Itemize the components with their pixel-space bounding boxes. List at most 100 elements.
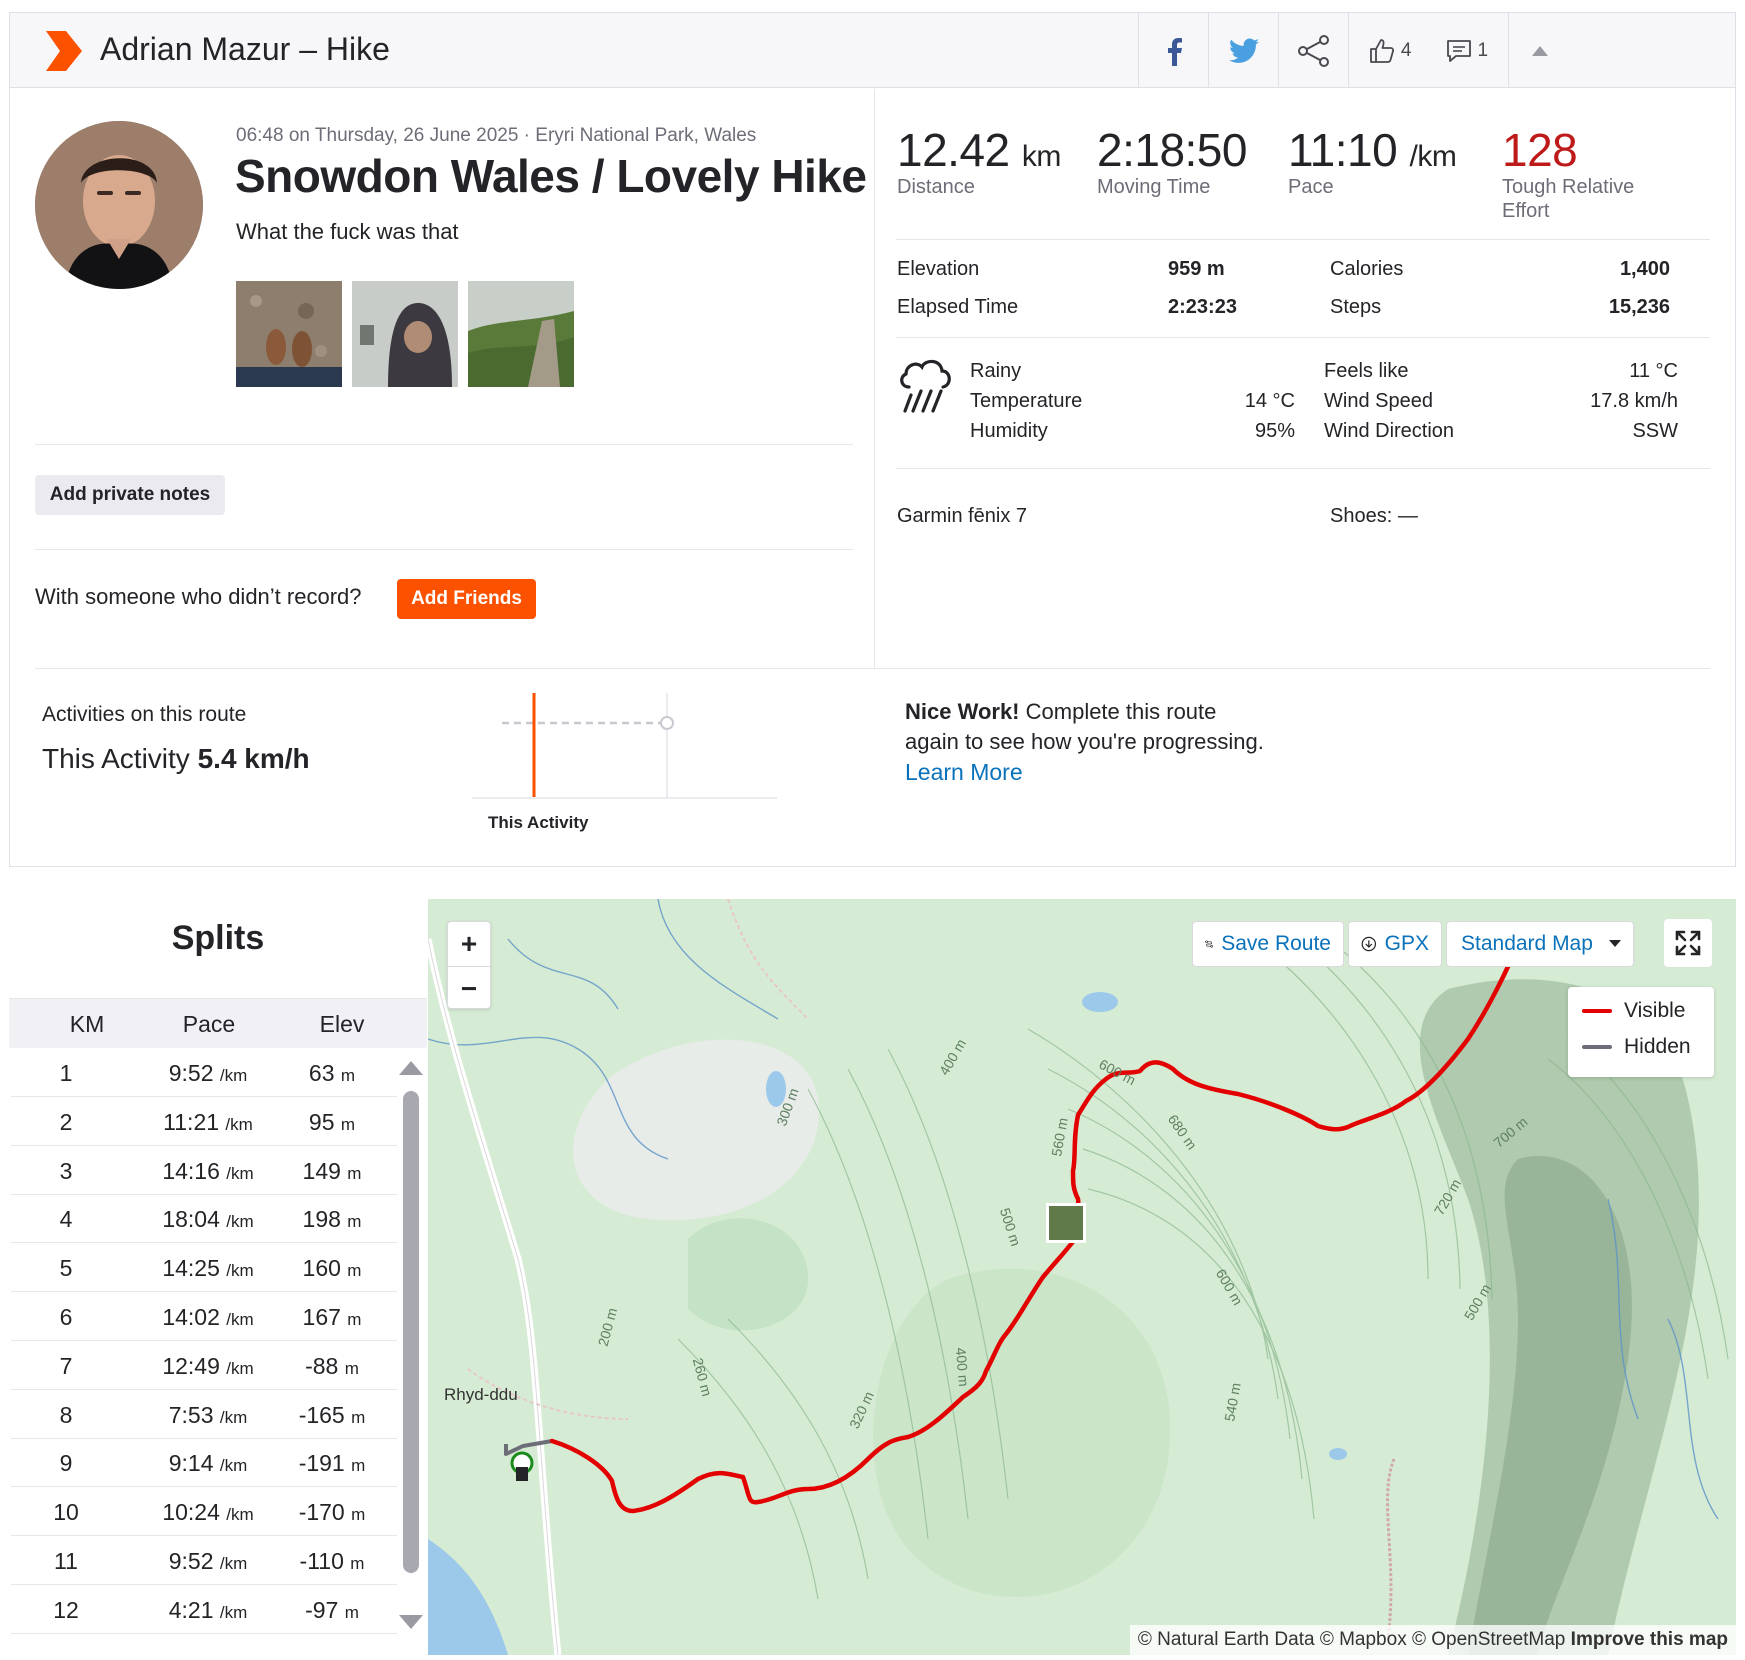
- moving-time-value: 2:18:50: [1097, 124, 1247, 176]
- steps-value: 15,236: [1608, 296, 1670, 318]
- nice-work-heading: Nice Work!: [905, 699, 1020, 724]
- splits-panel: Splits KM Pace Elev 1 9:52 /km 63 m 2 11:21 …: [9, 899, 427, 1655]
- split-elev: 149 m: [277, 1158, 387, 1185]
- legend-hidden[interactable]: Hidden: [1582, 1035, 1691, 1059]
- splits-row: 3 14:16 /km 149 m: [11, 1147, 397, 1195]
- fullscreen-button[interactable]: [1664, 919, 1712, 967]
- split-pace-unit: /km: [226, 1261, 254, 1281]
- split-pace-value: 9:52: [168, 1060, 214, 1086]
- split-km: 7: [59, 1352, 73, 1379]
- save-route-button[interactable]: Save Route: [1192, 921, 1344, 967]
- split-elev-unit: m: [344, 1602, 359, 1622]
- split-pace-unit: /km: [219, 1554, 248, 1573]
- zoom-out-button[interactable]: −: [448, 966, 490, 1010]
- elapsed-time-label: Elapsed Time: [897, 296, 1019, 318]
- activity-photo-1[interactable]: [236, 281, 342, 387]
- zoom-in-button[interactable]: +: [448, 922, 490, 966]
- split-km: 6: [59, 1304, 73, 1330]
- route-icon: [1205, 940, 1213, 948]
- shoes-info: Shoes: —: [1330, 505, 1418, 527]
- split-pace-unit: /km: [219, 1407, 248, 1427]
- divider: [35, 668, 1710, 669]
- stat-distance: 12.42 km Distance: [897, 123, 1061, 199]
- column-divider: [874, 89, 875, 668]
- split-elev-value: -165: [298, 1401, 345, 1428]
- split-pace-unit: /km: [226, 1358, 254, 1378]
- splits-row: 11 9:52 /km -110 m: [11, 1537, 397, 1585]
- route-this-activity: This Activity 5.4 km/h: [42, 743, 310, 775]
- activity-photo-3[interactable]: [468, 281, 574, 387]
- split-km: 3: [59, 1157, 73, 1184]
- split-elev-value: -191: [298, 1450, 345, 1477]
- scroll-down-icon[interactable]: [399, 1615, 423, 1629]
- add-friends-button[interactable]: Add Friends: [397, 579, 536, 619]
- facebook-share-button[interactable]: [1138, 13, 1208, 88]
- relative-effort-label: Tough Relative Effort: [1502, 176, 1635, 222]
- calories-value: 1,400: [1619, 258, 1670, 280]
- split-elev: -97 m: [277, 1597, 387, 1624]
- feels-like-label: Feels like: [1324, 360, 1409, 382]
- split-pace-unit: /km: [219, 1456, 248, 1476]
- comments-button[interactable]: 1: [1446, 39, 1488, 63]
- humidity-value: 95%: [1254, 420, 1295, 442]
- splits-row: 7 12:49 /km -88 m: [11, 1342, 397, 1390]
- add-private-notes-button[interactable]: Add private notes: [35, 475, 225, 515]
- learn-more-link[interactable]: Learn More: [905, 759, 1023, 785]
- divider: [896, 468, 1710, 469]
- athlete-avatar[interactable]: [35, 121, 203, 289]
- chart-point[interactable]: [660, 716, 674, 730]
- split-elev: -191 m: [277, 1450, 387, 1477]
- split-pace: 12:49 /km: [123, 1353, 293, 1380]
- split-pace: 9:14 /km: [123, 1450, 293, 1477]
- scroll-up-icon[interactable]: [399, 1061, 423, 1075]
- activity-photo-2[interactable]: [352, 281, 458, 387]
- collapse-button[interactable]: [1508, 13, 1570, 88]
- split-elev-unit: m: [340, 1114, 356, 1134]
- route-encouragement: Nice Work! Complete this route again to …: [905, 697, 1265, 788]
- splits-scrollbar[interactable]: [397, 1057, 425, 1637]
- map-style-select[interactable]: Standard Map: [1446, 921, 1634, 967]
- elevation-label: Elevation: [897, 258, 980, 280]
- split-elev: -170 m: [277, 1499, 387, 1526]
- split-elev-value: -88: [305, 1352, 339, 1379]
- route-legend: Visible Hidden: [1568, 987, 1714, 1077]
- split-elev-value: 63: [308, 1060, 335, 1086]
- split-elev-unit: m: [347, 1163, 362, 1183]
- legend-hidden-label: Hidden: [1624, 1035, 1691, 1058]
- activity-card: Adrian Mazur – Hike 4 1 06:48 on Thursda…: [9, 12, 1736, 867]
- wind-speed-value: 17.8 km/h: [1590, 390, 1678, 412]
- splits-title: Splits: [171, 919, 265, 957]
- share-button[interactable]: [1278, 13, 1348, 88]
- contour-label: 400 m: [952, 1346, 973, 1388]
- zoom-control: + −: [447, 921, 491, 1009]
- split-pace-unit: /km: [226, 1212, 254, 1232]
- split-pace-value: 18:04: [162, 1206, 220, 1233]
- split-elev: 63 m: [277, 1060, 387, 1087]
- scrollbar-thumb[interactable]: [403, 1091, 419, 1573]
- avatar-image: [35, 121, 203, 289]
- kudos-button[interactable]: 4: [1369, 38, 1412, 64]
- pace-value: 11:10: [1288, 124, 1398, 176]
- split-pace-value: 14:02: [162, 1304, 220, 1330]
- wind-direction-label: Wind Direction: [1324, 420, 1455, 442]
- improve-map-link[interactable]: Improve this map: [1571, 1629, 1728, 1650]
- twitter-share-button[interactable]: [1208, 13, 1278, 88]
- split-pace-unit: /km: [226, 1310, 254, 1329]
- split-pace-value: 4:21: [168, 1596, 214, 1623]
- header-title: Adrian Mazur – Hike: [100, 31, 390, 67]
- route-map[interactable]: Rhyd-ddu 400 m 300 m 600 m 680 m 560 m 500 m7…: [428, 899, 1736, 1655]
- gpx-label: GPX: [1384, 932, 1429, 955]
- legend-visible[interactable]: Visible: [1582, 999, 1685, 1023]
- split-elev: 198 m: [277, 1206, 387, 1233]
- split-km: 4: [59, 1206, 73, 1233]
- split-pace: 11:21 /km: [123, 1109, 293, 1136]
- gpx-download-button[interactable]: GPX: [1348, 921, 1442, 967]
- split-pace: 9:52 /km: [123, 1548, 293, 1575]
- split-elev-unit: m: [340, 1066, 356, 1085]
- twitter-icon: [1228, 37, 1259, 63]
- distance-value: 12.42: [897, 124, 1010, 176]
- splits-row: 2 11:21 /km 95 m: [11, 1098, 397, 1146]
- stat-relative-effort[interactable]: 128 Tough Relative Effort: [1502, 123, 1672, 223]
- device-name: Garmin fēnix 7: [897, 505, 1028, 527]
- distance-label: Distance: [897, 176, 975, 198]
